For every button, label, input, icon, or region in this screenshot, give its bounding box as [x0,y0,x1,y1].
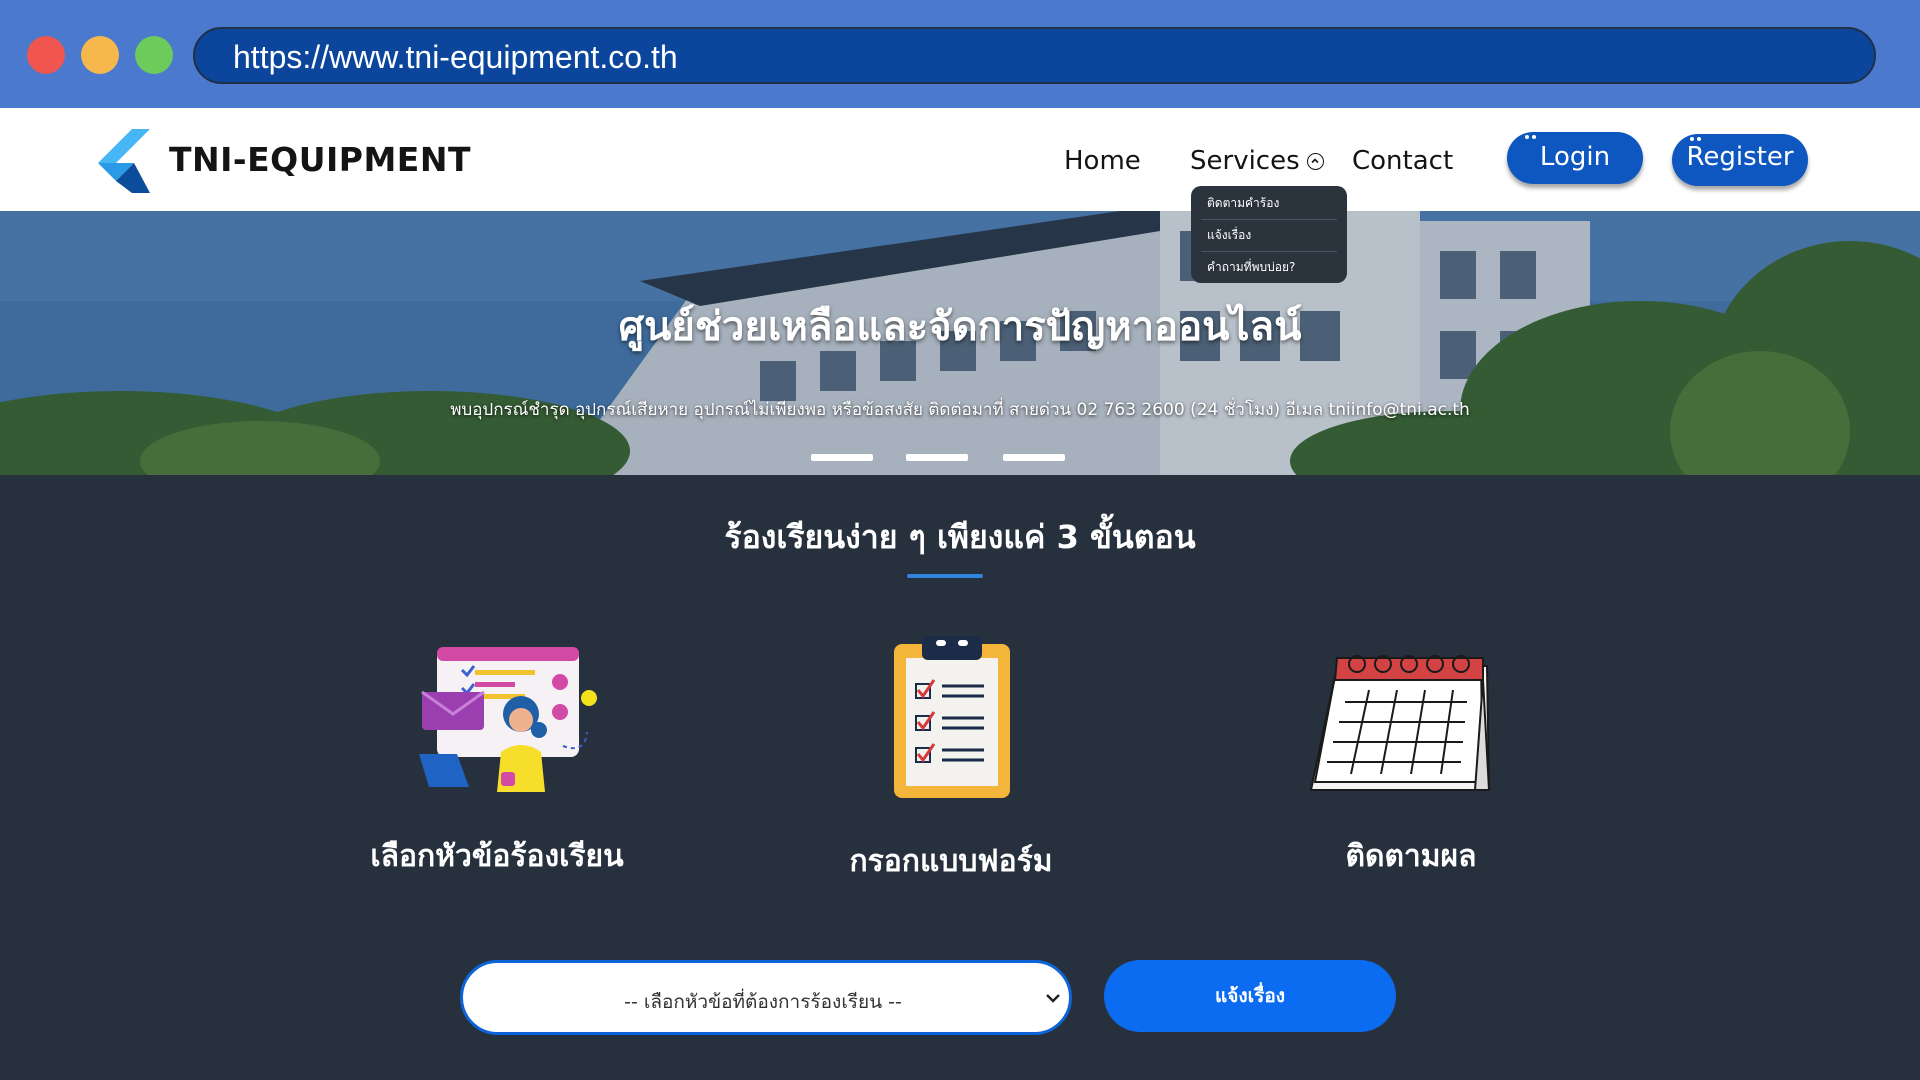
nav-home-link[interactable]: Home [1064,146,1141,176]
menu-item-report-issue[interactable]: แจ้งเรื่อง [1207,226,1251,245]
address-bar[interactable]: https://www.tni-equipment.co.th [193,27,1876,84]
window-minimize-button[interactable] [81,36,119,74]
sparkle-icon [1525,135,1537,141]
window-maximize-button[interactable] [135,36,173,74]
hero-title: ศูนย์ช่วยเหลือและจัดการปัญหาออนไลน์ [618,304,1302,350]
person-choosing-topic-icon [419,647,597,792]
logo-icon[interactable] [98,129,154,193]
menu-item-track-request[interactable]: ติดตามคำร้อง [1207,194,1279,213]
carousel-indicator[interactable] [1003,454,1065,461]
step-label-fill-form: กรอกแบบฟอร์ม [849,844,1053,879]
report-issue-button[interactable]: แจ้งเรื่อง [1104,960,1396,1032]
step-label-choose-topic: เลือกหัวข้อร้องเรียน [370,839,624,874]
brand-name[interactable]: TNI-EQUIPMENT [169,140,471,179]
services-dropdown-menu: ติดตามคำร้อง แจ้งเรื่อง คำถามที่พบบ่อย? [1191,186,1347,283]
step-label-track-result: ติดตามผล [1345,839,1477,874]
browser-chrome: https://www.tni-equipment.co.th [0,0,1920,108]
site-navbar: TNI-EQUIPMENT Home Services Contact Logi… [0,108,1920,211]
complaint-topic-select[interactable]: -- เลือกหัวข้อที่ต้องการร้องเรียน -- [460,960,1072,1035]
window-close-button[interactable] [27,36,65,74]
register-button-label: Register [1686,142,1794,172]
carousel-indicator[interactable] [811,454,873,461]
calendar-icon [1309,655,1491,791]
title-underline [907,574,983,578]
steps-title: ร้องเรียนง่าย ๆ เพียงแค่ 3 ขั้นตอน [724,518,1196,556]
address-bar-url[interactable]: https://www.tni-equipment.co.th [233,39,678,76]
chevron-down-icon [1046,994,1060,1003]
nav-services-link[interactable]: Services [1190,146,1300,176]
hero-banner: ศูนย์ช่วยเหลือและจัดการปัญหาออนไลน์ พบอุ… [0,211,1920,475]
complaint-topic-select-value: -- เลือกหัวข้อที่ต้องการร้องเรียน -- [624,991,902,1013]
sparkle-icon [1690,137,1702,143]
chevron-up-icon[interactable] [1307,153,1324,170]
menu-divider [1201,219,1337,220]
register-button[interactable]: Register [1672,134,1808,186]
login-button-label: Login [1539,142,1611,172]
nav-contact-link[interactable]: Contact [1352,146,1453,176]
login-button[interactable]: Login [1507,132,1643,184]
menu-item-faq[interactable]: คำถามที่พบบ่อย? [1207,258,1295,277]
menu-divider [1201,251,1337,252]
clipboard-checklist-icon [894,636,1010,798]
carousel-indicator[interactable] [906,454,968,461]
hero-subtitle: พบอุปกรณ์ชำรุด อุปกรณ์เสียหาย อุปกรณ์ไม่… [450,400,1470,420]
